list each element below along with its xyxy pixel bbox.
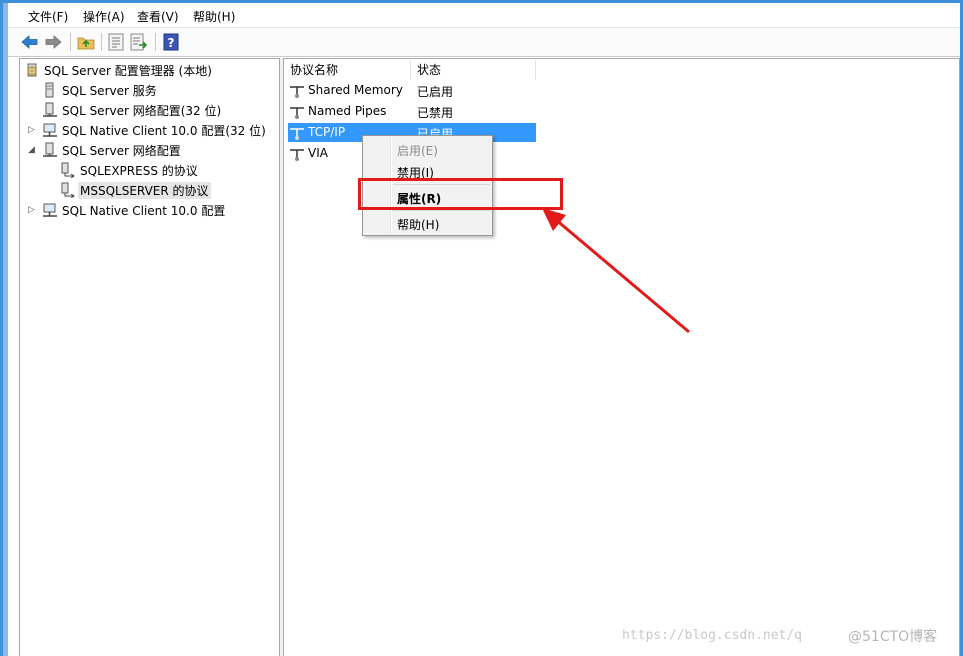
watermark-51cto: @51CTO博客 [848, 629, 938, 645]
watermark-url: https://blog.csdn.net/q [622, 628, 803, 643]
annotation-arrow-icon [542, 208, 690, 334]
